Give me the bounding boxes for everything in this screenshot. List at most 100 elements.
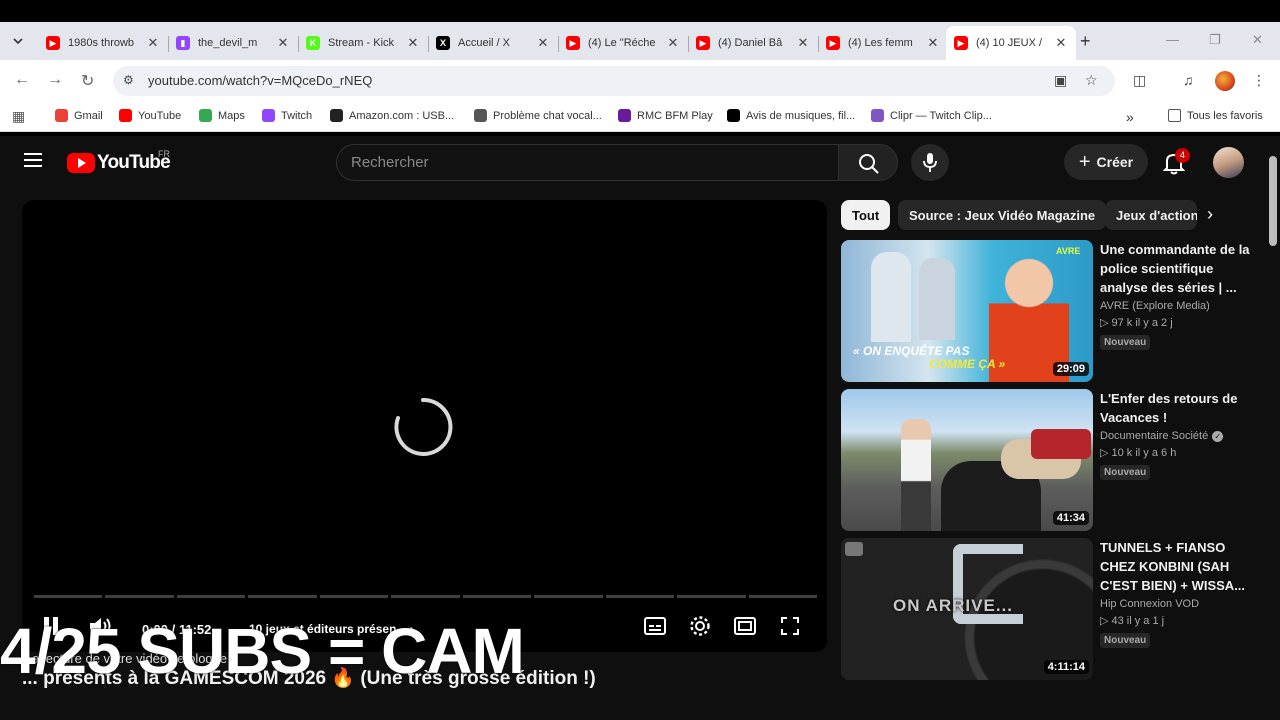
settings-gear-icon[interactable] — [689, 615, 711, 637]
x-icon — [727, 109, 740, 122]
youtube-logo[interactable]: YouTube FR — [67, 149, 171, 174]
search-button[interactable] — [838, 144, 898, 181]
bookmark-item[interactable]: RMC BFM Play — [618, 109, 713, 122]
browser-profile-avatar[interactable] — [1215, 71, 1235, 91]
folder-icon — [1168, 109, 1181, 122]
recommendation-card[interactable]: AVRE « ON ENQUÊTE PAS COMME ÇA » 29:09 U… — [841, 240, 1251, 382]
restore-icon[interactable]: ❐ — [1209, 32, 1221, 48]
bookmark-item[interactable]: Problème chat vocal... — [474, 109, 602, 122]
browser-tab[interactable]: ▶ (4) Le "Réche ✕ — [558, 26, 688, 60]
kick-icon: K — [306, 36, 320, 50]
recommendation-card[interactable]: ON ARRIVE... 4:11:14 TUNNELS + FIANSO CH… — [841, 538, 1251, 680]
media-controls-icon[interactable]: ♫ — [1183, 72, 1194, 88]
bookmark-item[interactable]: Avis de musiques, fil... — [727, 109, 855, 122]
rec-title[interactable]: L'Enfer des retours de Vacances ! — [1100, 389, 1250, 427]
address-bar[interactable]: ⚙ youtube.com/watch?v=MQceDo_rNEQ ▣ ☆ — [113, 66, 1115, 96]
rec-stats: ▷ 43 il y a 1 j — [1100, 615, 1165, 627]
bookmark-star-icon[interactable]: ☆ — [1085, 72, 1098, 89]
video-player[interactable]: 0:00 / 11:52 10 jeux et éditeurs présen.… — [22, 200, 827, 652]
rec-title[interactable]: Une commandante de la police scientifiqu… — [1100, 240, 1250, 297]
bookmark-item[interactable]: Amazon.com : USB... — [330, 109, 454, 122]
close-tab-icon[interactable]: ✕ — [276, 35, 290, 51]
tab-search-button[interactable] — [6, 30, 30, 52]
browser-tab[interactable]: ▶ (4) 10 JEUX / ✕ — [946, 26, 1076, 60]
progress-bar[interactable] — [34, 595, 817, 598]
youtube-icon: ▶ — [826, 36, 840, 50]
more-bookmarks-icon[interactable]: » — [1126, 109, 1134, 125]
bookmark-item[interactable]: Clipr — Twitch Clip... — [871, 109, 992, 122]
voice-search-button[interactable] — [911, 144, 949, 181]
close-tab-icon[interactable]: ✕ — [536, 35, 550, 51]
reload-icon[interactable]: ↻ — [81, 71, 94, 91]
page-scrollbar[interactable] — [1266, 136, 1280, 720]
create-button[interactable]: + Créer — [1064, 144, 1148, 180]
browser-tab[interactable]: X Accueil / X ✕ — [428, 26, 558, 60]
apps-grid-icon[interactable]: ▦ — [12, 108, 25, 125]
chevron-down-icon — [13, 38, 23, 44]
close-tab-icon[interactable]: ✕ — [926, 35, 940, 51]
rec-channel[interactable]: Documentaire Société ✓ — [1100, 430, 1250, 442]
site-settings-icon[interactable]: ⚙ — [123, 73, 134, 87]
new-badge: Nouveau — [1100, 465, 1151, 480]
bookmark-item[interactable]: Maps — [199, 109, 245, 122]
forward-icon[interactable]: → — [47, 71, 63, 89]
recommendation-card[interactable]: 41:34 L'Enfer des retours de Vacances ! … — [841, 389, 1251, 531]
duration-badge: 4:11:14 — [1043, 660, 1089, 674]
close-tab-icon[interactable]: ✕ — [666, 35, 680, 51]
video-thumbnail[interactable]: 41:34 — [841, 389, 1093, 531]
install-app-icon[interactable]: ▣ — [1054, 72, 1067, 89]
all-bookmarks-folder[interactable]: Tous les favoris — [1168, 109, 1263, 122]
browser-tab[interactable]: ▶ (4) Les femm ✕ — [818, 26, 948, 60]
url-text[interactable]: youtube.com/watch?v=MQceDo_rNEQ — [148, 73, 372, 88]
subtitles-icon[interactable] — [644, 617, 666, 635]
browser-tab[interactable]: K Stream - Kick ✕ — [298, 26, 428, 60]
extensions-icon[interactable]: ◫ — [1133, 72, 1146, 89]
close-tab-icon[interactable]: ✕ — [146, 35, 160, 51]
new-tab-button[interactable]: + — [1080, 31, 1091, 52]
back-icon[interactable]: ← — [14, 71, 30, 89]
minimize-icon[interactable]: — — [1166, 32, 1179, 47]
bookmark-item[interactable]: Gmail — [55, 109, 103, 122]
rec-channel[interactable]: AVRE (Explore Media) — [1100, 300, 1250, 312]
toolbar: ← → ↻ ⚙ youtube.com/watch?v=MQceDo_rNEQ … — [0, 60, 1280, 102]
notification-count-badge: 4 — [1175, 148, 1190, 163]
close-tab-icon[interactable]: ✕ — [1054, 35, 1068, 51]
channel-logo-icon — [845, 542, 863, 556]
bookmark-item[interactable]: Twitch — [262, 109, 312, 122]
rmc-icon — [618, 109, 631, 122]
rec-channel[interactable]: Hip Connexion VOD — [1100, 598, 1250, 610]
chip-all[interactable]: Tout — [841, 200, 891, 230]
stream-overlay-text: 4/25 SUBS = CAM — [0, 615, 525, 687]
scrollbar-thumb[interactable] — [1269, 156, 1277, 246]
theater-mode-icon[interactable] — [734, 617, 756, 635]
video-thumbnail[interactable]: ON ARRIVE... 4:11:14 — [841, 538, 1093, 680]
close-tab-icon[interactable]: ✕ — [796, 35, 810, 51]
bookmark-item[interactable]: YouTube — [119, 109, 181, 122]
account-avatar[interactable] — [1213, 147, 1244, 178]
notifications-button[interactable]: 4 — [1162, 148, 1190, 175]
screen: ▶ 1980s throwb ✕ ▮ the_devil_m ✕ K Stream - Kic… — [0, 0, 1280, 720]
youtube-icon: ▶ — [696, 36, 710, 50]
verified-check-icon: ✓ — [1212, 431, 1224, 442]
browser-tab[interactable]: ▮ the_devil_m ✕ — [168, 26, 298, 60]
video-thumbnail[interactable]: AVRE « ON ENQUÊTE PAS COMME ÇA » 29:09 — [841, 240, 1093, 382]
chips-next-icon[interactable]: › — [1207, 204, 1213, 225]
youtube-icon: ▶ — [954, 36, 968, 50]
x-icon: X — [436, 36, 450, 50]
close-window-icon[interactable]: ✕ — [1252, 32, 1263, 48]
menu-kebab-icon[interactable]: ⋮ — [1252, 72, 1266, 89]
youtube-play-icon — [67, 153, 95, 173]
chip-source[interactable]: Source : Jeux Vidéo Magazine — [898, 200, 1107, 230]
rec-stats: ▷ 97 k il y a 2 j — [1100, 317, 1173, 329]
search-input[interactable]: Rechercher — [336, 144, 839, 181]
close-tab-icon[interactable]: ✕ — [406, 35, 420, 51]
chip-action-games[interactable]: Jeux d'action — [1105, 200, 1197, 230]
twitch-icon — [262, 109, 275, 122]
bookmarks-bar: ▦ Gmail YouTube Maps Twitch Amazon.com : USB… — [0, 102, 1280, 132]
rec-title[interactable]: TUNNELS + FIANSO CHEZ KONBINI (SAH C'EST… — [1100, 538, 1250, 595]
fullscreen-icon[interactable] — [780, 616, 800, 636]
hamburger-menu-icon[interactable] — [24, 153, 42, 167]
browser-tab[interactable]: ▶ 1980s throwb ✕ — [38, 26, 168, 60]
browser-tab[interactable]: ▶ (4) Daniel Bâ ✕ — [688, 26, 818, 60]
new-badge: Nouveau — [1100, 335, 1151, 350]
